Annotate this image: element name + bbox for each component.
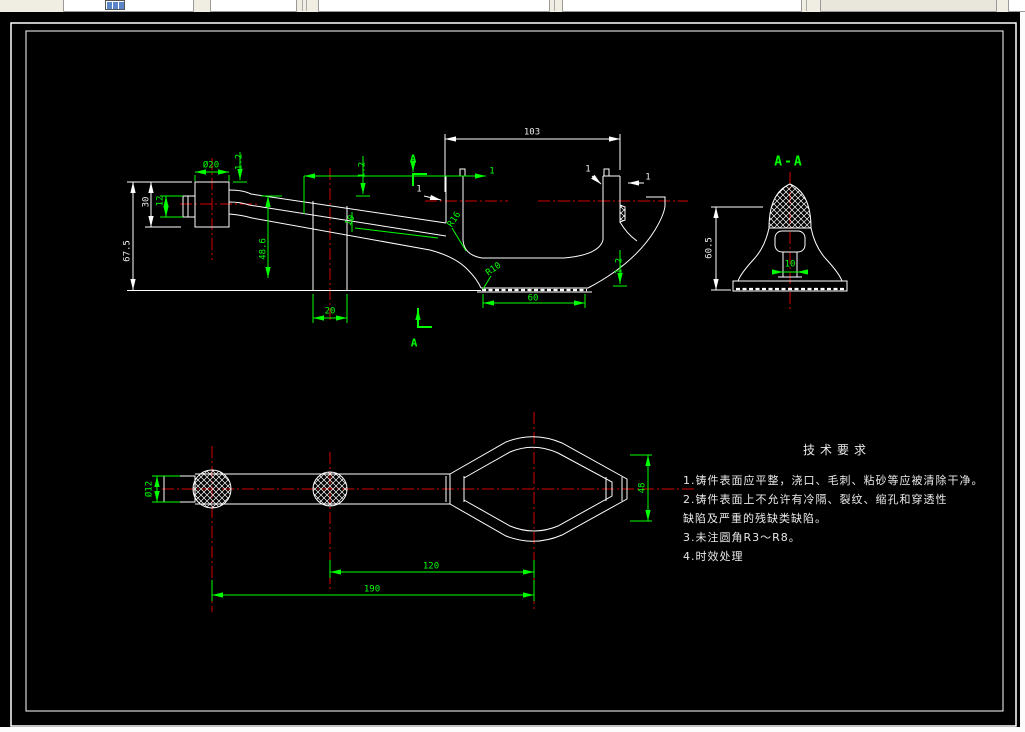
section-dome-hatch — [768, 183, 812, 229]
tech-requirement-item: 缺陷及严重的残缺类缺陷。 — [683, 512, 827, 525]
cad-drawing — [10, 22, 1017, 727]
sheet-inner-frame — [25, 30, 1004, 712]
hole-section-hatch — [192, 469, 232, 509]
sheet-outer-frame — [10, 22, 1017, 727]
section-view-a-a — [711, 172, 848, 312]
hole-section-hatch — [312, 471, 348, 507]
section-cut-mark-bottom — [417, 308, 432, 328]
front-view — [127, 134, 688, 328]
plan-view — [152, 412, 697, 612]
tech-requirement-item: 3.未注圆角R3～R8。 — [683, 531, 801, 544]
technical-requirements: 技术要求 1.铸件表面应平整，浇口、毛刺、粘砂等应被清除干净。 2.铸件表面上不允… — [683, 441, 1013, 570]
tech-requirement-item: 2.铸件表面上不允许有冷隔、裂纹、缩孔和穿透性 — [683, 493, 948, 506]
tech-requirement-item: 4.时效处理 — [683, 550, 744, 563]
tech-requirements-list: 1.铸件表面应平整，浇口、毛刺、粘砂等应被清除干净。 2.铸件表面上不允许有冷隔、… — [683, 475, 1013, 563]
tech-requirement-item: 1.铸件表面应平整，浇口、毛刺、粘砂等应被清除干净。 — [683, 474, 984, 487]
tech-requirements-title: 技术要求 — [803, 443, 872, 457]
section-sliver-hatch — [619, 204, 626, 223]
